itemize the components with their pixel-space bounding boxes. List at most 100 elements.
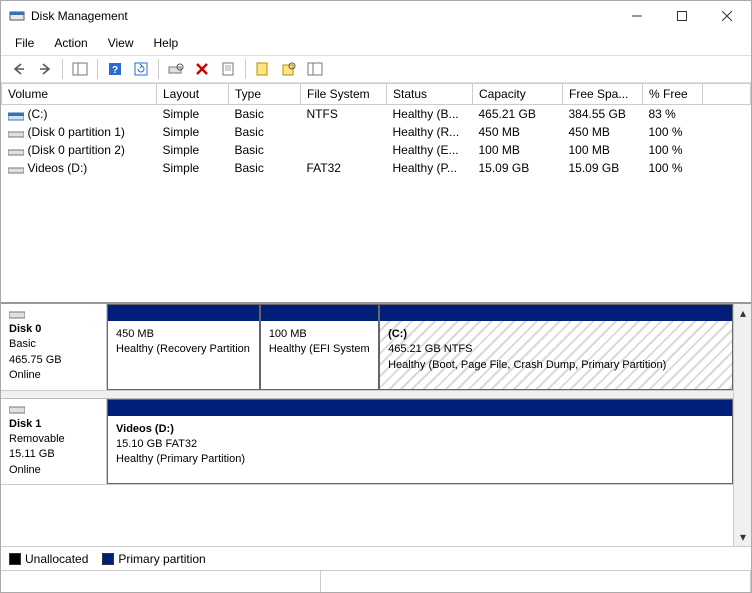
disk-kind: Removable	[9, 432, 98, 447]
extend-volume-button[interactable]	[277, 58, 301, 80]
back-button[interactable]	[7, 58, 31, 80]
disk-map: Disk 0Basic465.75 GBOnline450 MBHealthy …	[1, 303, 751, 546]
statusbar	[1, 570, 751, 592]
partition-size: 465.21 GB NTFS	[388, 342, 724, 357]
cell-pct: 100 %	[643, 123, 703, 141]
partition-status: Healthy (EFI System	[269, 342, 370, 357]
col-layout[interactable]: Layout	[157, 84, 229, 105]
table-row[interactable]: (Disk 0 partition 2) SimpleBasic Healthy (…	[2, 141, 751, 159]
table-row[interactable]: (C:)SimpleBasicNTFSHealthy (B...465.21 G…	[2, 105, 751, 124]
partition-status: Healthy (Primary Partition)	[116, 452, 724, 467]
partition-status: Healthy (Recovery Partition	[116, 342, 251, 357]
help-button[interactable]: ?	[103, 58, 127, 80]
col-type[interactable]: Type	[229, 84, 301, 105]
window-title: Disk Management	[31, 9, 614, 23]
vertical-scrollbar[interactable]: ▴ ▾	[733, 304, 751, 546]
close-button[interactable]	[704, 2, 749, 30]
disk-header[interactable]: Disk 1Removable15.11 GBOnline	[1, 399, 107, 485]
table-row[interactable]: Videos (D:)SimpleBasicFAT32Healthy (P...…	[2, 159, 751, 177]
menu-file[interactable]: File	[7, 33, 42, 53]
cell-type: Basic	[229, 123, 301, 141]
partition[interactable]: 450 MBHealthy (Recovery Partition	[107, 304, 260, 390]
settings-button[interactable]	[303, 58, 327, 80]
volume-icon	[8, 146, 24, 156]
partition-bar	[380, 305, 732, 321]
disk-name: Disk 1	[9, 417, 98, 432]
col-status[interactable]: Status	[387, 84, 473, 105]
volume-name: (Disk 0 partition 2)	[28, 143, 125, 157]
delete-button[interactable]	[190, 58, 214, 80]
column-headers[interactable]: Volume Layout Type File System Status Ca…	[2, 84, 751, 105]
rescan-button[interactable]	[164, 58, 188, 80]
disk-name: Disk 0	[9, 322, 98, 337]
volume-icon	[8, 110, 24, 120]
cell-pct: 83 %	[643, 105, 703, 124]
cell-status: Healthy (B...	[387, 105, 473, 124]
partition[interactable]: (C:)465.21 GB NTFSHealthy (Boot, Page Fi…	[379, 304, 733, 390]
cell-fs	[301, 141, 387, 159]
partition-label: (C:)	[388, 327, 724, 342]
col-free[interactable]: Free Spa...	[563, 84, 643, 105]
cell-fs: FAT32	[301, 159, 387, 177]
cell-type: Basic	[229, 141, 301, 159]
disk-size: 15.11 GB	[9, 447, 98, 462]
legend: Unallocated Primary partition	[1, 546, 751, 570]
disk-header[interactable]: Disk 0Basic465.75 GBOnline	[1, 304, 107, 390]
new-volume-button[interactable]	[251, 58, 275, 80]
disk-row: Disk 0Basic465.75 GBOnline450 MBHealthy …	[1, 304, 733, 391]
cell-fs: NTFS	[301, 105, 387, 124]
cell-status: Healthy (P...	[387, 159, 473, 177]
cell-status: Healthy (E...	[387, 141, 473, 159]
cell-type: Basic	[229, 159, 301, 177]
maximize-button[interactable]	[659, 2, 704, 30]
volume-name: (Disk 0 partition 1)	[28, 125, 125, 139]
partition[interactable]: Videos (D:)15.10 GB FAT32Healthy (Primar…	[107, 399, 733, 485]
cell-capacity: 15.09 GB	[473, 159, 563, 177]
col-pctfree[interactable]: % Free	[643, 84, 703, 105]
cell-layout: Simple	[157, 159, 229, 177]
menu-view[interactable]: View	[100, 33, 142, 53]
refresh-button[interactable]	[129, 58, 153, 80]
titlebar: Disk Management	[1, 1, 751, 31]
partition-bar	[261, 305, 378, 321]
swatch-unallocated	[9, 553, 21, 565]
app-icon	[9, 8, 25, 24]
table-row[interactable]: (Disk 0 partition 1)SimpleBasicHealthy (…	[2, 123, 751, 141]
cell-capacity: 100 MB	[473, 141, 563, 159]
volume-icon	[8, 164, 24, 174]
scroll-down-icon[interactable]: ▾	[734, 528, 751, 546]
minimize-button[interactable]	[614, 2, 659, 30]
col-capacity[interactable]: Capacity	[473, 84, 563, 105]
menubar: File Action View Help	[1, 31, 751, 55]
volume-name: (C:)	[28, 107, 48, 121]
cell-fs	[301, 123, 387, 141]
cell-type: Basic	[229, 105, 301, 124]
cell-capacity: 465.21 GB	[473, 105, 563, 124]
show-hide-tree-button[interactable]	[68, 58, 92, 80]
col-volume[interactable]: Volume	[2, 84, 157, 105]
cell-free: 450 MB	[563, 123, 643, 141]
partition-size: 100 MB	[269, 327, 370, 342]
partition-bar	[108, 305, 259, 321]
legend-unallocated: Unallocated	[25, 552, 88, 566]
volume-list[interactable]: Volume Layout Type File System Status Ca…	[1, 83, 751, 303]
scroll-up-icon[interactable]: ▴	[734, 304, 751, 322]
partition-bar	[108, 400, 732, 416]
cell-free: 384.55 GB	[563, 105, 643, 124]
toolbar: ?	[1, 55, 751, 83]
partition-size: 15.10 GB FAT32	[116, 437, 724, 452]
col-filesystem[interactable]: File System	[301, 84, 387, 105]
menu-help[interactable]: Help	[146, 33, 187, 53]
cell-free: 100 MB	[563, 141, 643, 159]
forward-button[interactable]	[33, 58, 57, 80]
legend-primary: Primary partition	[118, 552, 205, 566]
partition-size: 450 MB	[116, 327, 251, 342]
cell-layout: Simple	[157, 141, 229, 159]
swatch-primary	[102, 553, 114, 565]
partition[interactable]: 100 MBHealthy (EFI System	[260, 304, 379, 390]
cell-pct: 100 %	[643, 159, 703, 177]
disk-kind: Basic	[9, 337, 98, 352]
menu-action[interactable]: Action	[46, 33, 95, 53]
properties-button[interactable]	[216, 58, 240, 80]
disk-row: Disk 1Removable15.11 GBOnlineVideos (D:)…	[1, 399, 733, 486]
